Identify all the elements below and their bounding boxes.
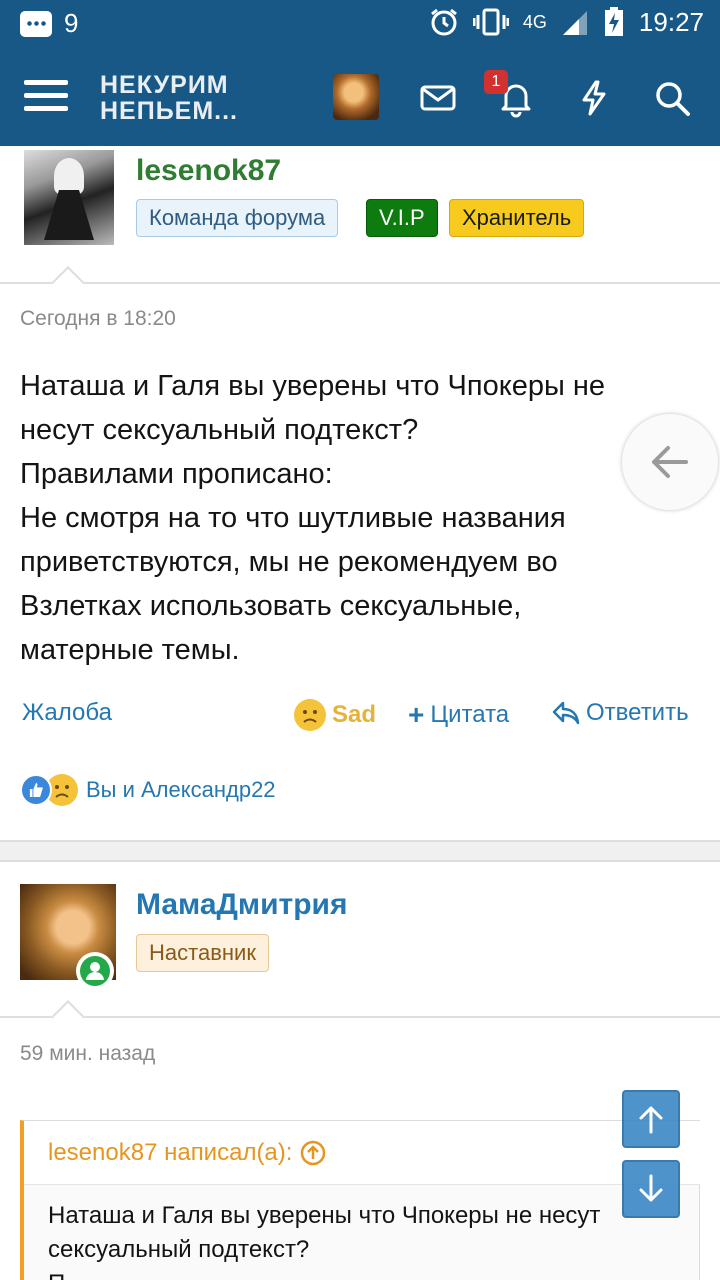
post-line: приветствуются, мы не рекомендуем во	[20, 546, 558, 578]
post-line: Правилами прописано:	[20, 458, 333, 490]
arrow-up-circle-icon	[301, 1140, 326, 1166]
reply-button[interactable]: Ответить	[552, 699, 689, 727]
post-header-divider	[0, 282, 720, 284]
account-avatar[interactable]	[333, 74, 379, 120]
arrow-down-icon	[639, 1174, 663, 1202]
post-separator	[0, 840, 720, 862]
lightning-icon[interactable]	[574, 78, 614, 118]
quote-block: lesenok87 написал(а): Наташа и Галя вы у…	[20, 1120, 700, 1280]
alerts-badge: 1	[484, 70, 508, 94]
clock: 19:27	[638, 6, 704, 37]
arrow-up-icon	[639, 1106, 663, 1134]
scroll-down-button[interactable]	[622, 1160, 680, 1218]
quote-body: Наташа и Галя вы уверены что Чпокеры не …	[48, 1199, 668, 1280]
network-type: 4G	[522, 12, 547, 32]
quote-button[interactable]: + Цитата	[408, 699, 509, 731]
post-line: Не смотря на то что шутливые названия	[20, 502, 566, 534]
menu-icon[interactable]	[24, 78, 68, 114]
post-header-divider	[0, 1016, 720, 1018]
quote-line: П	[48, 1267, 668, 1280]
search-icon[interactable]	[652, 78, 692, 118]
back-button[interactable]	[622, 414, 718, 510]
badge-forum-team: Команда форума	[136, 199, 339, 237]
reply-label: Ответить	[586, 699, 689, 726]
quote-line: сексуальный подтекст?	[48, 1236, 310, 1263]
post-date[interactable]: Сегодня в 18:20	[20, 307, 176, 331]
plus-icon: +	[408, 699, 425, 730]
post-actions: Жалоба Sad + Цитата Ответить	[0, 695, 720, 735]
online-status-icon	[76, 952, 114, 990]
scroll-up-button[interactable]	[622, 1090, 680, 1148]
post-line: Взлетках использовать сексуальные,	[20, 590, 522, 622]
arrow-left-icon	[652, 446, 688, 478]
reply-arrow-icon	[552, 701, 580, 725]
author-pointer	[51, 266, 85, 300]
post-date[interactable]: 59 мин. назад	[20, 1042, 155, 1066]
sad-face-icon	[294, 699, 326, 731]
mail-icon[interactable]	[418, 78, 458, 118]
thumbs-up-icon	[20, 774, 52, 806]
message-notification-icon	[20, 10, 52, 37]
quote-line: Наташа и Галя вы уверены что Чпокеры не …	[48, 1202, 601, 1229]
reaction-sad-button[interactable]: Sad	[294, 699, 376, 731]
alarm-icon	[430, 8, 457, 36]
author-pointer	[51, 1000, 85, 1034]
notification-count: 9	[64, 8, 79, 38]
logo-line-1: НЕКУРИМ	[100, 71, 229, 99]
badge-keeper: Хранитель	[449, 199, 585, 237]
badge-vip: V.I.P	[366, 199, 438, 237]
app-header: НЕКУРИМ НЕПЬЕМ... 1	[0, 50, 720, 146]
report-label: Жалоба	[22, 699, 112, 726]
reactions-summary[interactable]: Вы и Александр22	[20, 774, 276, 806]
reactions-text: Вы и Александр22	[86, 777, 276, 802]
quote-author-label: lesenok87 написал(а):	[48, 1139, 293, 1166]
post-author[interactable]: lesenok87	[136, 154, 281, 188]
post-line: несут сексуальный подтекст?	[20, 414, 419, 446]
site-logo[interactable]: НЕКУРИМ НЕПЬЕМ...	[100, 72, 238, 124]
user-avatar-lesenok87[interactable]	[24, 150, 114, 245]
post-author[interactable]: МамаДмитрия	[136, 888, 348, 922]
quote-author-link[interactable]: lesenok87 написал(а):	[48, 1139, 326, 1167]
badge-mentor: Наставник	[136, 934, 269, 972]
post-line: матерные темы.	[20, 634, 240, 666]
status-bar: 9 4G 19:27	[0, 0, 720, 50]
quote-header: lesenok87 написал(а):	[24, 1121, 700, 1185]
quote-label: Цитата	[430, 701, 510, 728]
signal-icon	[562, 11, 587, 35]
report-button[interactable]: Жалоба	[22, 699, 112, 727]
post-line: Наташа и Галя вы уверены что Чпокеры не	[20, 370, 606, 402]
logo-line-2: НЕПЬЕМ...	[100, 97, 239, 125]
post-body: Наташа и Галя вы уверены что Чпокеры не …	[20, 364, 700, 672]
battery-charging-icon	[604, 7, 623, 36]
reaction-label: Sad	[332, 701, 377, 728]
vibrate-icon	[472, 8, 509, 36]
